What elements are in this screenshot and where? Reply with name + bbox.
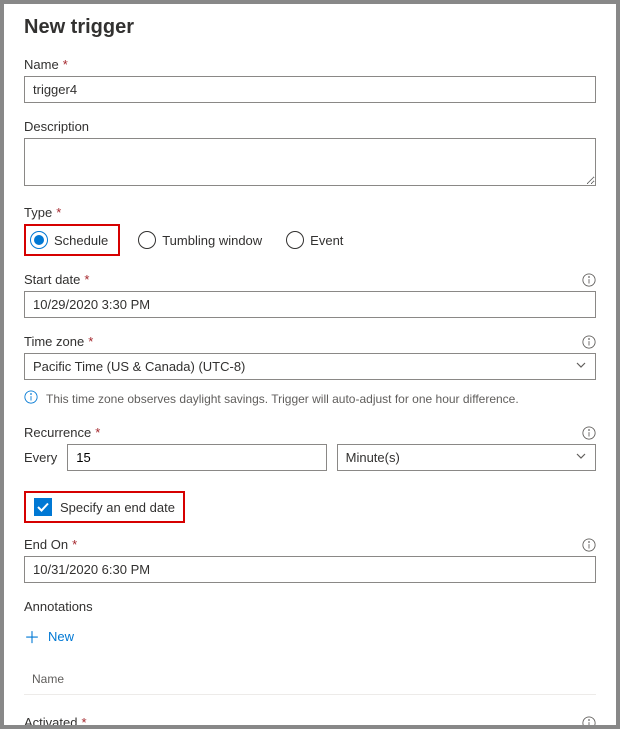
info-icon [24,390,38,407]
start-date-label: Start date [24,272,80,287]
info-icon[interactable] [582,716,596,729]
recurrence-unit-value: Minute(s) [346,450,400,465]
radio-icon [138,231,156,249]
info-icon[interactable] [582,273,596,287]
panel-title: New trigger [24,16,596,39]
recurrence-label: Recurrence [24,425,91,440]
annotations-new-button[interactable]: ＋ New [24,618,596,654]
annotations-column-header: Name [24,662,596,695]
type-radio-schedule[interactable]: Schedule [28,228,114,252]
every-label: Every [24,450,57,465]
recurrence-unit-select[interactable]: Minute(s) [337,444,596,471]
timezone-value: Pacific Time (US & Canada) (UTC-8) [33,359,245,374]
required-mark: * [95,425,100,440]
radio-icon [30,231,48,249]
radio-icon [286,231,304,249]
required-mark: * [88,334,93,349]
type-radio-event[interactable]: Event [284,228,349,252]
type-tumbling-label: Tumbling window [162,233,262,248]
required-mark: * [81,715,86,729]
timezone-label: Time zone [24,334,84,349]
end-on-input[interactable] [24,556,596,583]
chevron-down-icon [575,450,587,465]
chevron-down-icon [575,359,587,374]
plus-icon: ＋ [24,624,40,648]
name-input[interactable] [24,76,596,103]
type-event-label: Event [310,233,343,248]
info-icon[interactable] [582,426,596,440]
required-mark: * [84,272,89,287]
activated-label: Activated [24,715,77,729]
dst-message: This time zone observes daylight savings… [46,392,519,406]
info-icon[interactable] [582,335,596,349]
required-mark: * [72,537,77,552]
type-radio-tumbling[interactable]: Tumbling window [136,228,268,252]
end-on-label: End On [24,537,68,552]
checkbox-icon [34,498,52,516]
description-label: Description [24,119,89,134]
annotations-label: Annotations [24,599,93,614]
description-input[interactable] [24,138,596,186]
timezone-select[interactable]: Pacific Time (US & Canada) (UTC-8) [24,353,596,380]
specify-end-label: Specify an end date [60,500,175,515]
start-date-input[interactable] [24,291,596,318]
annotations-new-label: New [48,629,74,644]
name-label: Name [24,57,59,72]
type-schedule-label: Schedule [54,233,108,248]
specify-end-date-checkbox-row[interactable]: Specify an end date [24,491,185,523]
required-mark: * [56,205,61,220]
recurrence-value-input[interactable] [67,444,326,471]
type-label: Type [24,205,52,220]
info-icon[interactable] [582,538,596,552]
required-mark: * [63,57,68,72]
